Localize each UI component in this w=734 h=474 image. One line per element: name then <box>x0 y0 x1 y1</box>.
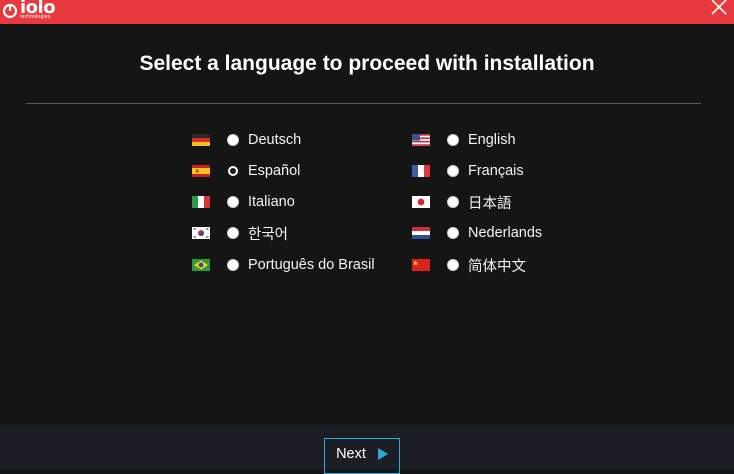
language-option-deutsch[interactable]: Deutsch <box>192 129 301 151</box>
divider <box>26 103 701 104</box>
language-label: Deutsch <box>248 132 302 148</box>
flag-usa-icon <box>412 134 430 146</box>
language-label: Français <box>468 163 524 179</box>
title-bar: iolo technologies <box>0 0 734 24</box>
next-button-label: Next <box>336 446 366 462</box>
flag-italy-icon <box>192 196 210 208</box>
flag-netherlands-icon <box>412 227 430 239</box>
page-title: Select a language to proceed with instal… <box>139 52 595 75</box>
language-option-francais[interactable]: Français <box>412 160 524 182</box>
language-label: 한국어 <box>248 226 289 243</box>
radio-button[interactable] <box>227 227 239 239</box>
radio-button[interactable] <box>227 259 239 271</box>
radio-button[interactable] <box>447 259 459 271</box>
close-icon[interactable] <box>708 0 730 20</box>
language-label: 日本語 <box>468 195 512 212</box>
language-option-espanol[interactable]: Español <box>192 160 300 182</box>
radio-button[interactable] <box>447 134 459 146</box>
language-option-korean[interactable]: 한국어 <box>192 222 288 244</box>
language-option-nederlands[interactable]: Nederlands <box>412 222 542 244</box>
language-option-italiano[interactable]: Italiano <box>192 191 295 213</box>
flag-korea-icon <box>192 227 210 239</box>
language-label: Português do Brasil <box>248 257 375 273</box>
flag-china-icon <box>412 259 430 271</box>
language-option-simplified-chinese[interactable]: 简体中文 <box>412 254 526 276</box>
language-list: Deutsch English Español Français Italian… <box>192 129 572 289</box>
language-option-english[interactable]: English <box>412 129 516 151</box>
language-option-portugues-brasil[interactable]: Português do Brasil <box>192 254 375 276</box>
language-option-japanese[interactable]: 日本語 <box>412 191 512 213</box>
flag-japan-icon <box>412 196 430 208</box>
radio-button[interactable] <box>447 196 459 208</box>
radio-button[interactable] <box>447 165 459 177</box>
language-label: Nederlands <box>468 225 543 241</box>
language-label: Italiano <box>248 194 295 210</box>
radio-button[interactable] <box>227 196 239 208</box>
language-label: English <box>468 132 516 148</box>
flag-spain-icon <box>192 165 210 177</box>
play-arrow-icon <box>377 448 388 460</box>
flag-germany-icon <box>192 134 210 146</box>
radio-button[interactable] <box>227 134 239 146</box>
radio-button-selected[interactable] <box>227 165 239 177</box>
next-button[interactable]: Next <box>324 438 400 474</box>
language-label: 简体中文 <box>468 258 526 275</box>
radio-button[interactable] <box>447 227 459 239</box>
logo-subtext: technologies <box>20 14 51 20</box>
power-icon <box>2 3 18 19</box>
flag-france-icon <box>412 165 430 177</box>
iolo-logo: iolo technologies <box>2 0 72 24</box>
language-label: Español <box>248 163 301 179</box>
flag-brazil-icon <box>192 259 210 271</box>
